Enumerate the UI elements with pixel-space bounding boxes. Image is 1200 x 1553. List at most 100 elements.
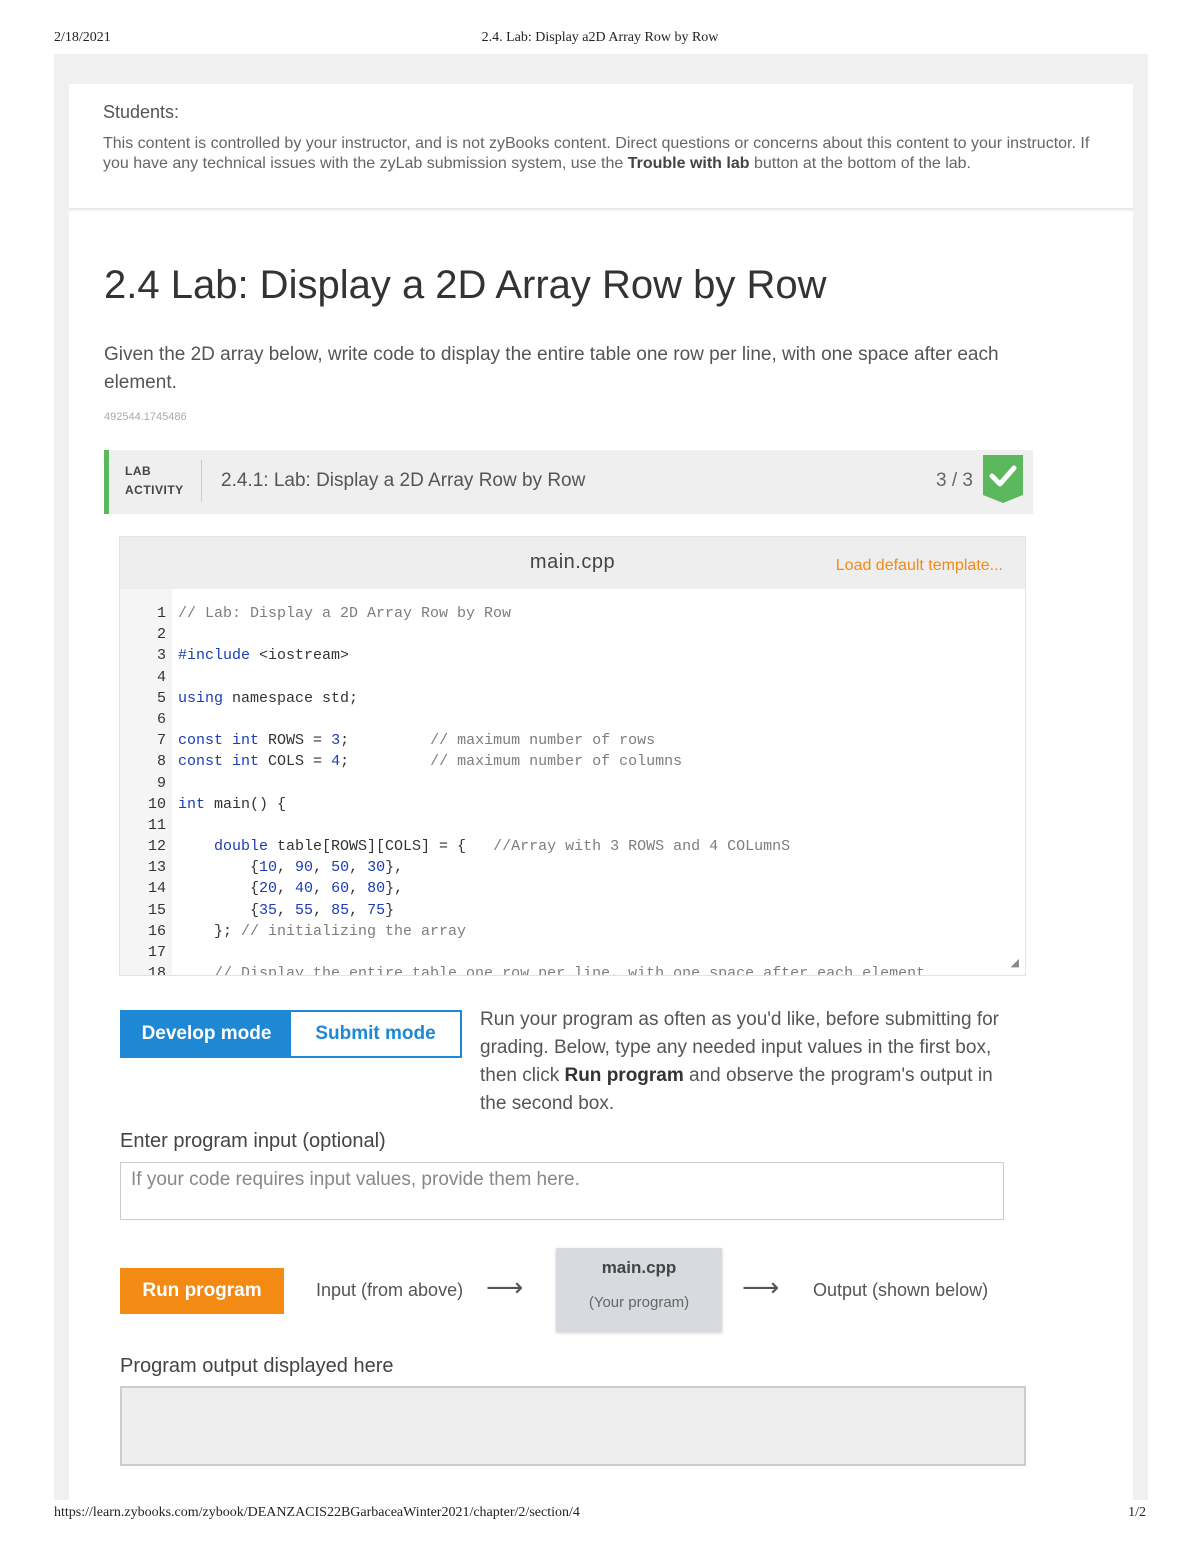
code-token: 55 [295,901,314,919]
line-number: 10 [147,795,166,813]
code-text: {10, 90, 50, 30}, [178,859,403,876]
code-token: // Display the entire table one row per … [214,965,926,975]
code-token: 90 [295,859,314,877]
line-number: 12 [147,838,166,856]
code-line: 2 [120,624,925,645]
line-number: 16 [147,922,166,940]
line-number: 4 [156,668,166,686]
notice-body: This content is controlled by your instr… [103,134,1093,174]
code-token: 30 [367,859,386,877]
program-input-label: Enter program input (optional) [120,1130,386,1152]
code-line: 15 {35, 55, 85, 75} [120,900,925,921]
run-program-button[interactable]: Run program [120,1268,284,1314]
code-line: 16 }; // initializing the array [120,921,925,942]
resize-grip-icon[interactable]: ◢ [1011,956,1019,969]
program-subtitle: (Your program) [588,1294,690,1311]
program-output-label: Program output displayed here [120,1355,394,1377]
code-token: ; [340,753,431,771]
mode-description: Run your program as often as you'd like,… [480,1006,1010,1118]
code-text: // Lab: Display a 2D Array Row by Row [178,605,511,622]
line-number: 17 [147,944,166,961]
code-area[interactable]: 1// Lab: Display a 2D Array Row by Row 2 3… [120,589,1025,975]
code-token: table[ROWS][COLS] = { [268,838,494,856]
code-text: {20, 40, 60, 80}, [178,880,403,897]
code-text: // Display the entire table one row per … [178,965,925,975]
notice-text-after: button at the bottom of the lab. [749,155,971,172]
code-line: 1 // Lab: Display a 2D Array Row by Row [120,603,925,624]
code-token: , [277,859,296,877]
code-token: ; [340,732,431,750]
code-line: 3 #include <iostream> [120,645,925,666]
program-name: main.cpp [601,1258,677,1277]
program-input-field[interactable] [121,1163,1003,1219]
line-number: 1 [156,605,166,622]
lab-divider [201,460,202,502]
code-token: , [277,901,296,919]
code-line: 11 [120,815,925,836]
code-token: 60 [331,880,350,898]
code-token: 50 [331,859,350,877]
load-template-link[interactable]: Load default template... [836,557,1003,575]
code-token: { [178,880,260,898]
develop-mode-button[interactable]: Develop mode [122,1012,291,1056]
checkmark-icon [983,455,1023,503]
mode-toggle: Develop mode Submit mode [120,1010,462,1058]
line-number: 2 [156,626,166,644]
line-number: 8 [156,753,166,771]
code-line: 14 {20, 40, 60, 80}, [120,878,925,899]
code-line: 6 [120,709,925,730]
section-title: 2.4 Lab: Display a 2D Array Row by Row [104,263,827,307]
line-number: 9 [156,774,166,792]
code-token: int [232,732,260,750]
code-line: 9 [120,773,925,794]
code-text: using namespace std; [178,690,358,707]
code-token: { [178,859,260,877]
code-token: int [232,753,260,771]
print-footer: https://learn.zybooks.com/zybook/DEANZAC… [54,1505,1146,1525]
code-token: #include [178,647,251,665]
code-token: using [178,689,224,707]
lab-activity-label: LAB ACTIVITY [125,462,184,500]
code-editor: main.cpp Load default template... 1 // La… [119,536,1026,976]
line-number: 14 [147,880,166,898]
code-token: { [178,901,260,919]
code-token: 85 [331,901,350,919]
output-shown-below-label: Output (shown below) [813,1280,989,1300]
code-token: , [349,859,368,877]
code-token: }; [178,922,242,940]
line-number: 6 [156,710,166,728]
code-line: 17 [120,942,925,963]
code-line: 13 {10, 90, 50, 30}, [120,857,925,878]
code-lines: 1// Lab: Display a 2D Array Row by Row 2 3… [120,603,925,975]
notice-bold: Trouble with lab [627,155,750,172]
code-token: namespace std; [223,689,359,707]
submit-mode-button[interactable]: Submit mode [291,1012,460,1056]
code-text: const int ROWS = 3; // maximum number of… [178,732,655,749]
line-number: 15 [147,901,166,919]
code-token: 10 [259,859,278,877]
line-number: 3 [156,647,166,665]
section-meta: 492544.1745486 [104,411,187,423]
section-content: 2.4 Lab: Display a 2D Array Row by Row G… [69,211,1133,1500]
code-token: 75 [367,901,386,919]
code-token: // Lab: Display a 2D Array Row by Row [178,605,512,622]
code-token: ROWS = [259,732,332,750]
code-token: 4 [331,753,341,771]
code-text: }; // initializing the array [178,923,466,940]
line-number: 18 [147,965,166,975]
line-number: 11 [147,816,166,834]
code-line: 4 [120,667,925,688]
print-page-number: 1/2 [1128,1505,1146,1520]
code-token: , [313,901,332,919]
line-number: 13 [147,859,166,877]
code-token: <iostream> [250,647,350,665]
mode-desc-bold: Run program [564,1065,684,1086]
code-token: //Array with 3 ROWS and 4 COLumnS [493,838,791,856]
code-token: const [178,753,224,771]
code-line: 5 using namespace std; [120,688,925,709]
code-token: 40 [295,880,314,898]
code-token: }, [385,859,404,877]
